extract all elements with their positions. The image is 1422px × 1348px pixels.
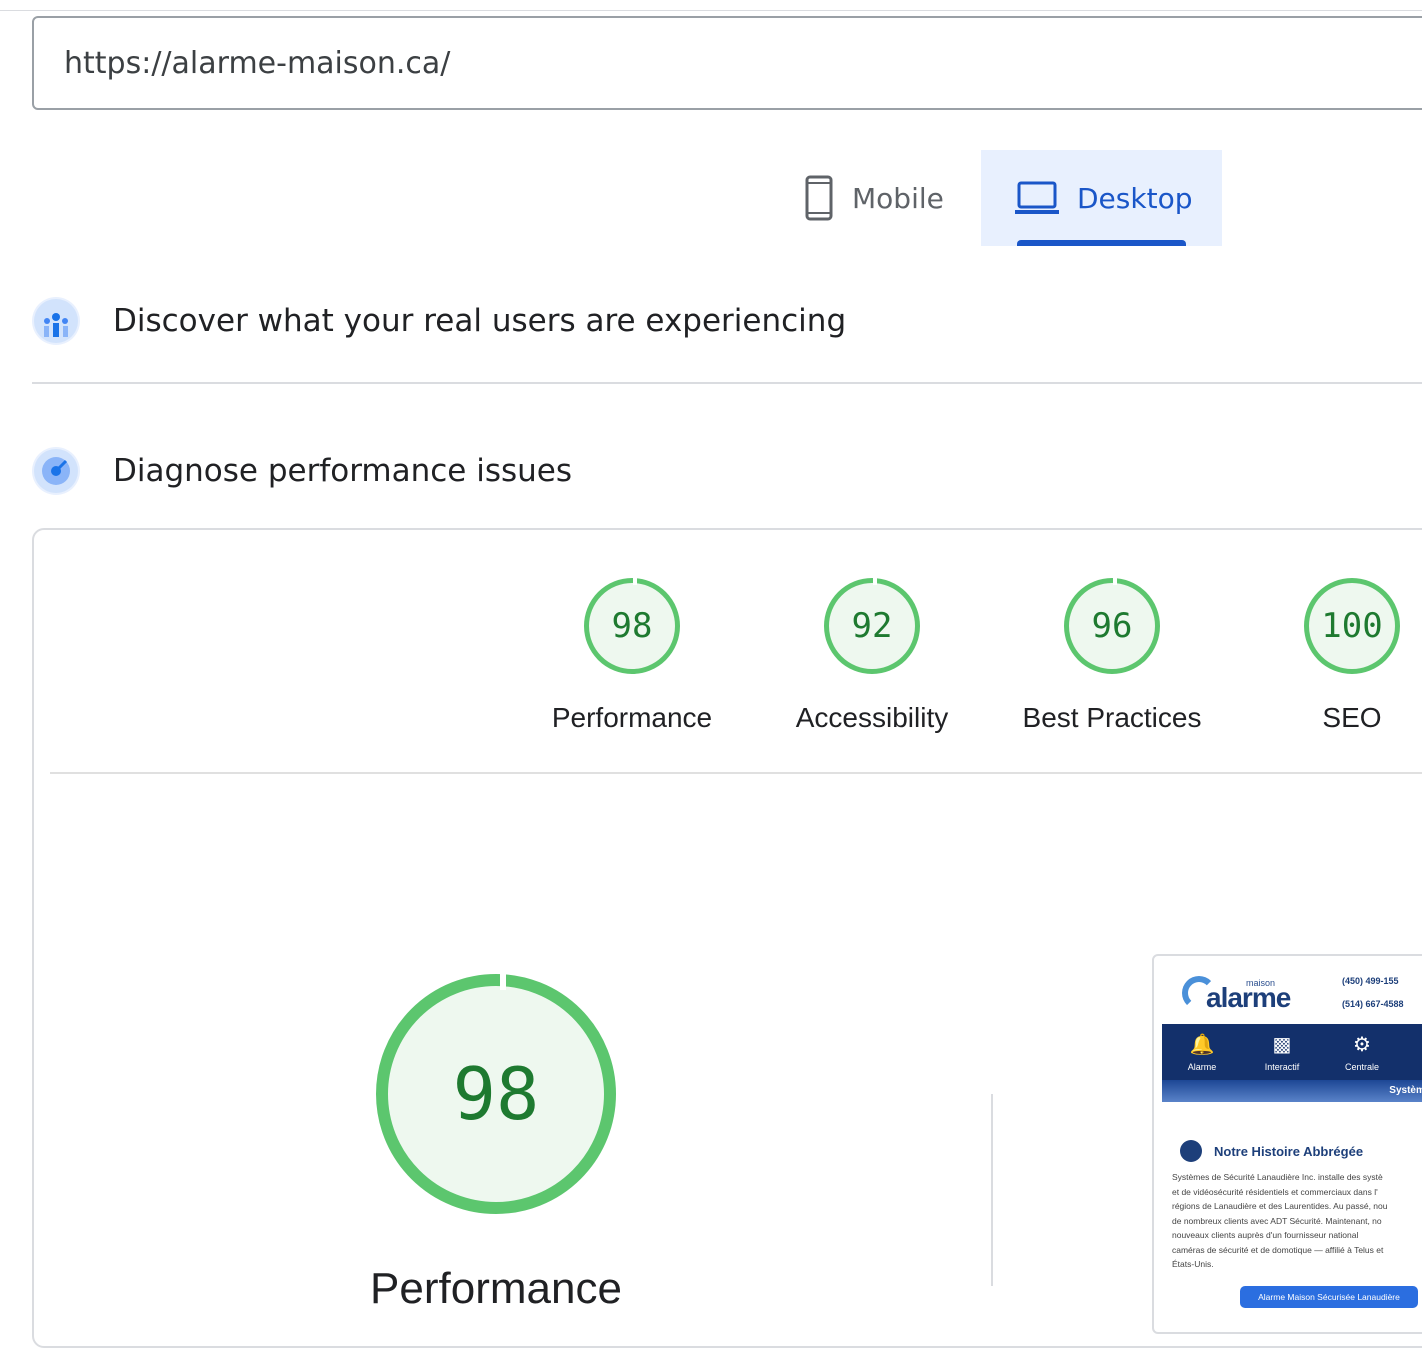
book-icon <box>1180 1140 1202 1162</box>
operator-icon: ⚙ <box>1353 1034 1371 1056</box>
signal-bars-icon: ▩ <box>1272 1034 1292 1056</box>
score-label: SEO <box>1322 702 1382 733</box>
phone-icon <box>805 175 833 221</box>
section-title-diagnose: Diagnose performance issues <box>113 453 573 489</box>
bell-icon: 🔔 <box>1189 1034 1215 1056</box>
section-real-users[interactable]: Discover what your real users are experi… <box>32 297 846 345</box>
score-ring: 100 <box>1304 578 1400 674</box>
score-ring: 92 <box>824 577 920 674</box>
score-gauge-performance[interactable]: 98 Performance <box>512 577 752 734</box>
thumbnail-history-heading: Notre Histoire Abbrégée <box>1180 1140 1363 1162</box>
thumbnail-cta-button: Alarme Maison Sécurisée Lanaudière <box>1240 1286 1418 1308</box>
main-score-label: Performance <box>370 1264 622 1313</box>
score-value: 98 <box>611 606 653 646</box>
url-input[interactable]: https://alarme-maison.ca/ <box>32 16 1422 110</box>
logo-text: alarme <box>1206 982 1291 1013</box>
thumbnail-nav-alarme: 🔔 Alarme <box>1162 1024 1242 1080</box>
tab-desktop-label: Desktop <box>1077 181 1193 215</box>
section-diagnose[interactable]: Diagnose performance issues <box>32 447 572 495</box>
score-value: 96 <box>1091 606 1133 646</box>
users-chart-icon <box>32 297 80 345</box>
card-divider <box>50 772 1422 774</box>
score-value: 92 <box>851 606 893 646</box>
page-screenshot-thumbnail: maison alarme (450) 499-155 (514) 667-45… <box>1152 954 1422 1334</box>
score-gauge-seo[interactable]: 100 SEO <box>1232 578 1422 734</box>
thumbnail-history-text: Systèmes de Sécurité Lanaudière Inc. ins… <box>1172 1172 1388 1269</box>
gauge-icon <box>32 447 80 495</box>
tab-desktop[interactable]: Desktop <box>981 150 1222 246</box>
url-input-value: https://alarme-maison.ca/ <box>64 46 451 81</box>
phone-number-2: (514) 667-4588 <box>1342 999 1404 1009</box>
vertical-divider <box>991 1094 993 1286</box>
phone-number-1: (450) 499-155 <box>1342 976 1399 986</box>
section-title-real-users: Discover what your real users are experi… <box>113 303 847 339</box>
top-divider <box>0 10 1422 11</box>
score-ring: 98 <box>584 577 680 674</box>
laptop-icon <box>1015 181 1059 214</box>
score-label: Best Practices <box>1022 702 1202 733</box>
score-gauge-best-practices[interactable]: 96 Best Practices <box>992 577 1232 734</box>
tab-mobile-label: Mobile <box>852 181 944 215</box>
main-score-gauge: 98 <box>376 972 616 1214</box>
thumbnail-nav-interactif: ▩ Interactif <box>1242 1024 1322 1080</box>
score-label: Accessibility <box>795 702 949 733</box>
tab-mobile[interactable]: Mobile <box>782 150 972 246</box>
thumbnail-nav: 🔔 Alarme ▩ Interactif ⚙ Centrale <box>1162 1024 1422 1080</box>
score-ring: 96 <box>1064 577 1160 674</box>
score-value: 100 <box>1321 606 1383 646</box>
thumbnail-nav-centrale: ⚙ Centrale <box>1322 1024 1402 1080</box>
thumbnail-band: Systèmes <box>1162 1080 1422 1102</box>
section-divider <box>32 382 1422 384</box>
main-score-value: 98 <box>452 1052 540 1136</box>
active-tab-indicator <box>1017 240 1186 246</box>
thumbnail-header: maison alarme (450) 499-155 (514) 667-45… <box>1154 956 1422 1024</box>
score-label: Performance <box>551 702 713 733</box>
score-gauge-accessibility[interactable]: 92 Accessibility <box>752 577 992 734</box>
